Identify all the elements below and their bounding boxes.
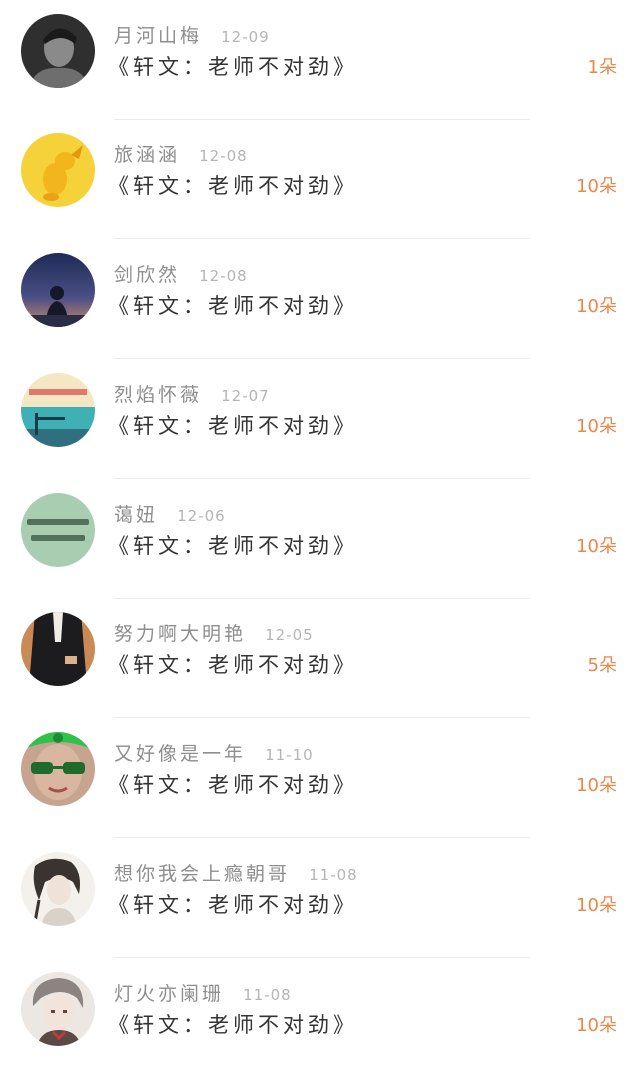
name-line: 旅涵涵 12-08: [114, 143, 248, 167]
name-line: 月河山梅 12-09: [114, 24, 270, 48]
gift-date: 11-08: [243, 986, 292, 1004]
book-title: 《轩文：老师不对劲》: [108, 534, 358, 558]
green-sunglasses-icon[interactable]: [21, 732, 95, 806]
user-name: 努力啊大明艳: [114, 623, 247, 645]
gift-amount: 10朵: [576, 296, 617, 317]
gift-amount: 10朵: [576, 536, 617, 557]
anime-boy-icon[interactable]: [21, 972, 95, 1046]
user-name: 灯火亦阑珊: [114, 983, 225, 1005]
gift-date: 11-08: [309, 866, 358, 884]
book-title: 《轩文：老师不对劲》: [108, 174, 358, 198]
green-text-icon[interactable]: [21, 493, 95, 567]
book-title: 《轩文：老师不对劲》: [108, 294, 358, 318]
user-name: 烈焰怀薇: [114, 384, 203, 406]
book-title: 《轩文：老师不对劲》: [108, 1013, 358, 1037]
gift-date: 12-08: [199, 147, 248, 165]
user-name: 剑欣然: [114, 264, 181, 286]
book-title: 《轩文：老师不对劲》: [108, 55, 358, 79]
gift-amount: 5朵: [587, 655, 617, 676]
sketch-portrait-icon[interactable]: [21, 852, 95, 926]
bw-portrait-icon[interactable]: [21, 14, 95, 88]
gift-amount: 10朵: [576, 416, 617, 437]
name-line: 灯火亦阑珊 11-08: [114, 982, 292, 1006]
gift-date: 11-10: [265, 746, 314, 764]
gift-date: 12-06: [177, 507, 226, 525]
gift-date: 12-09: [221, 28, 270, 46]
gift-amount: 10朵: [576, 176, 617, 197]
list-item[interactable]: 旅涵涵 12-08 《轩文：老师不对劲》 10朵: [0, 119, 640, 239]
list-item[interactable]: 蔼妞 12-06 《轩文：老师不对劲》 10朵: [0, 479, 640, 599]
user-name: 月河山梅: [114, 25, 203, 47]
list-item[interactable]: 剑欣然 12-08 《轩文：老师不对劲》 10朵: [0, 239, 640, 359]
name-line: 蔼妞 12-06: [114, 503, 226, 527]
gift-date: 12-07: [221, 387, 270, 405]
gift-amount: 10朵: [576, 895, 617, 916]
name-line: 又好像是一年 11-10: [114, 742, 314, 766]
name-line: 想你我会上瘾朝哥 11-08: [114, 862, 358, 886]
list-item[interactable]: 又好像是一年 11-10 《轩文：老师不对劲》 10朵: [0, 718, 640, 838]
book-title: 《轩文：老师不对劲》: [108, 653, 358, 677]
yellow-toy-icon[interactable]: [21, 133, 95, 207]
user-name: 蔼妞: [114, 504, 159, 526]
seaside-icon[interactable]: [21, 373, 95, 447]
name-line: 努力啊大明艳 12-05: [114, 622, 314, 646]
name-line: 剑欣然 12-08: [114, 263, 248, 287]
suit-figure-icon[interactable]: [21, 612, 95, 686]
gift-amount: 10朵: [576, 775, 617, 796]
list-item[interactable]: 努力啊大明艳 12-05 《轩文：老师不对劲》 5朵: [0, 598, 640, 718]
user-name: 旅涵涵: [114, 144, 181, 166]
list-item[interactable]: 月河山梅 12-09 《轩文：老师不对劲》 1朵: [0, 0, 640, 120]
night-figure-icon[interactable]: [21, 253, 95, 327]
list-item[interactable]: 灯火亦阑珊 11-08 《轩文：老师不对劲》 10朵: [0, 958, 640, 1078]
gift-amount: 10朵: [576, 1015, 617, 1036]
user-name: 又好像是一年: [114, 743, 247, 765]
list-item[interactable]: 想你我会上瘾朝哥 11-08 《轩文：老师不对劲》 10朵: [0, 838, 640, 958]
gift-amount: 1朵: [587, 57, 617, 78]
gift-date: 12-05: [265, 626, 314, 644]
name-line: 烈焰怀薇 12-07: [114, 383, 270, 407]
list-item[interactable]: 烈焰怀薇 12-07 《轩文：老师不对劲》 10朵: [0, 359, 640, 479]
gift-record-list: 月河山梅 12-09 《轩文：老师不对劲》 1朵 旅涵涵 12-08 《轩文：老…: [0, 0, 640, 1049]
book-title: 《轩文：老师不对劲》: [108, 893, 358, 917]
book-title: 《轩文：老师不对劲》: [108, 773, 358, 797]
book-title: 《轩文：老师不对劲》: [108, 414, 358, 438]
user-name: 想你我会上瘾朝哥: [114, 863, 291, 885]
gift-date: 12-08: [199, 267, 248, 285]
